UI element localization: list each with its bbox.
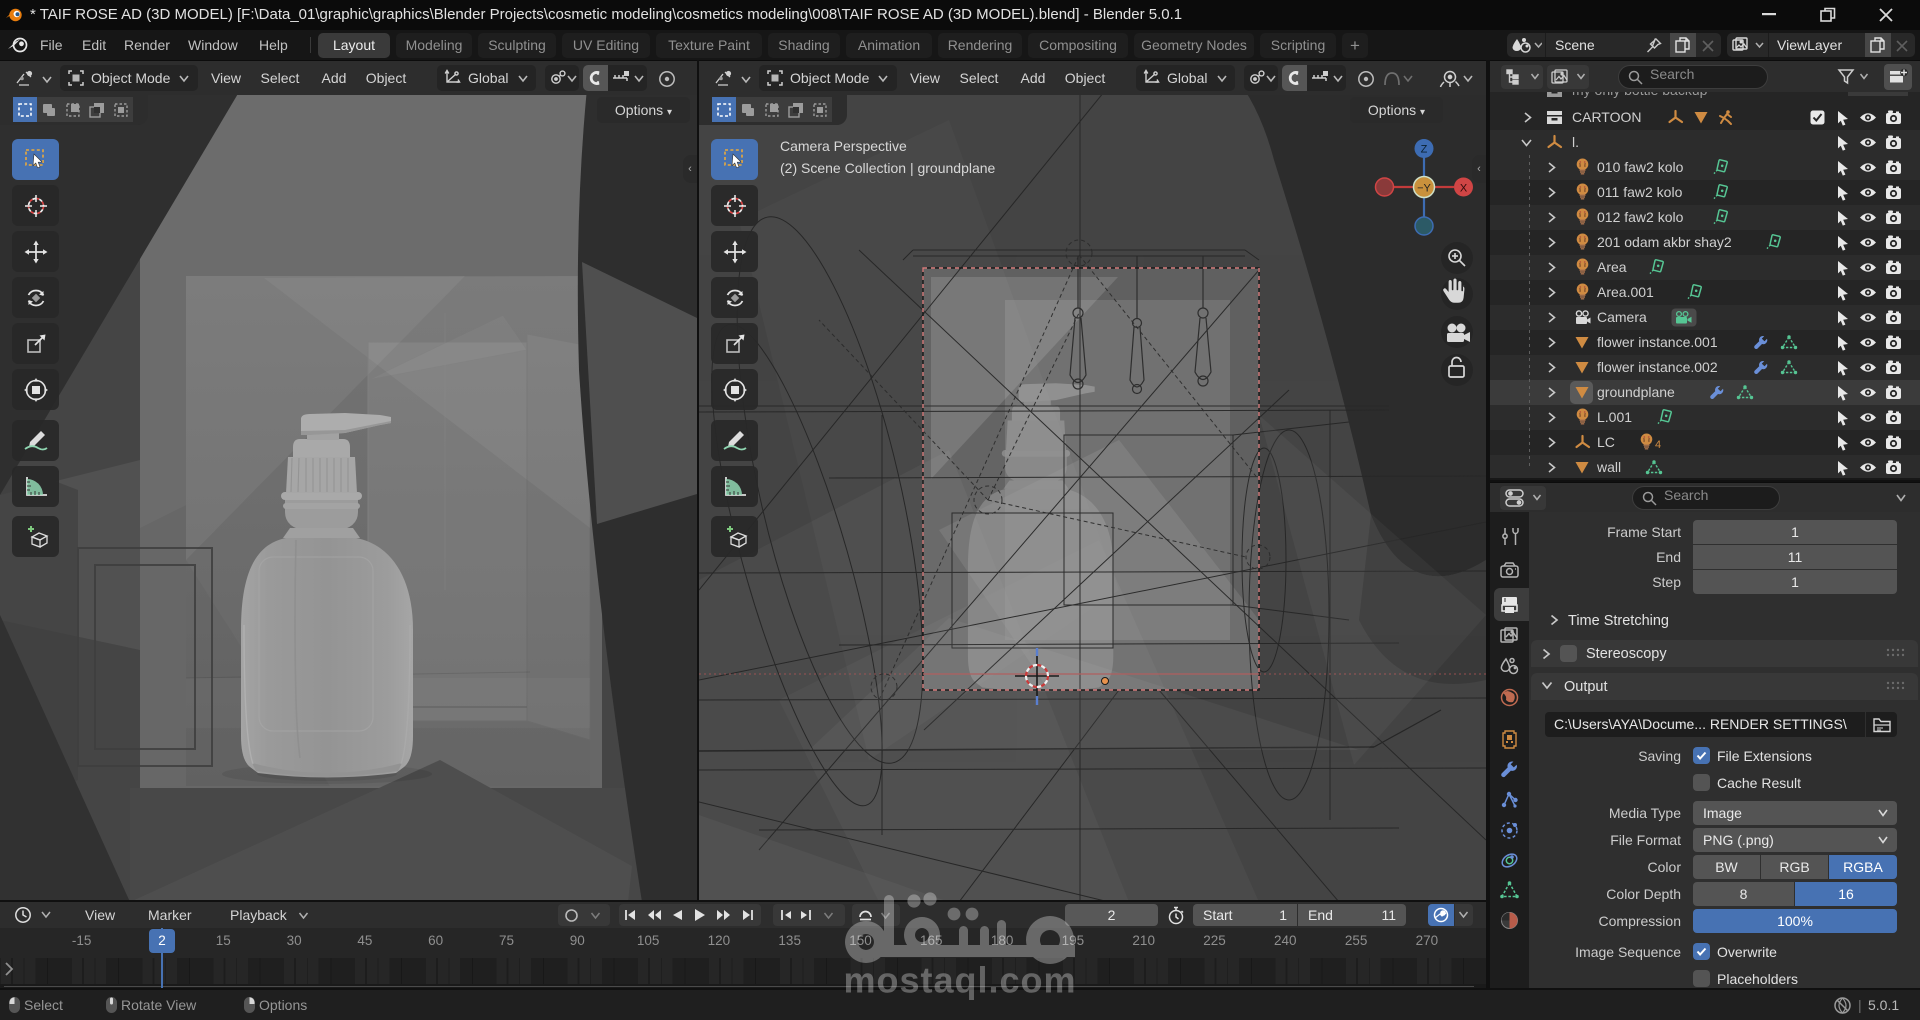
svg-text:−Y: −Y [1417, 183, 1431, 195]
svg-text:Z: Z [1421, 144, 1428, 156]
svg-text:X: X [1460, 183, 1468, 195]
svg-text:mostaql.com: mostaql.com [843, 960, 1076, 1001]
